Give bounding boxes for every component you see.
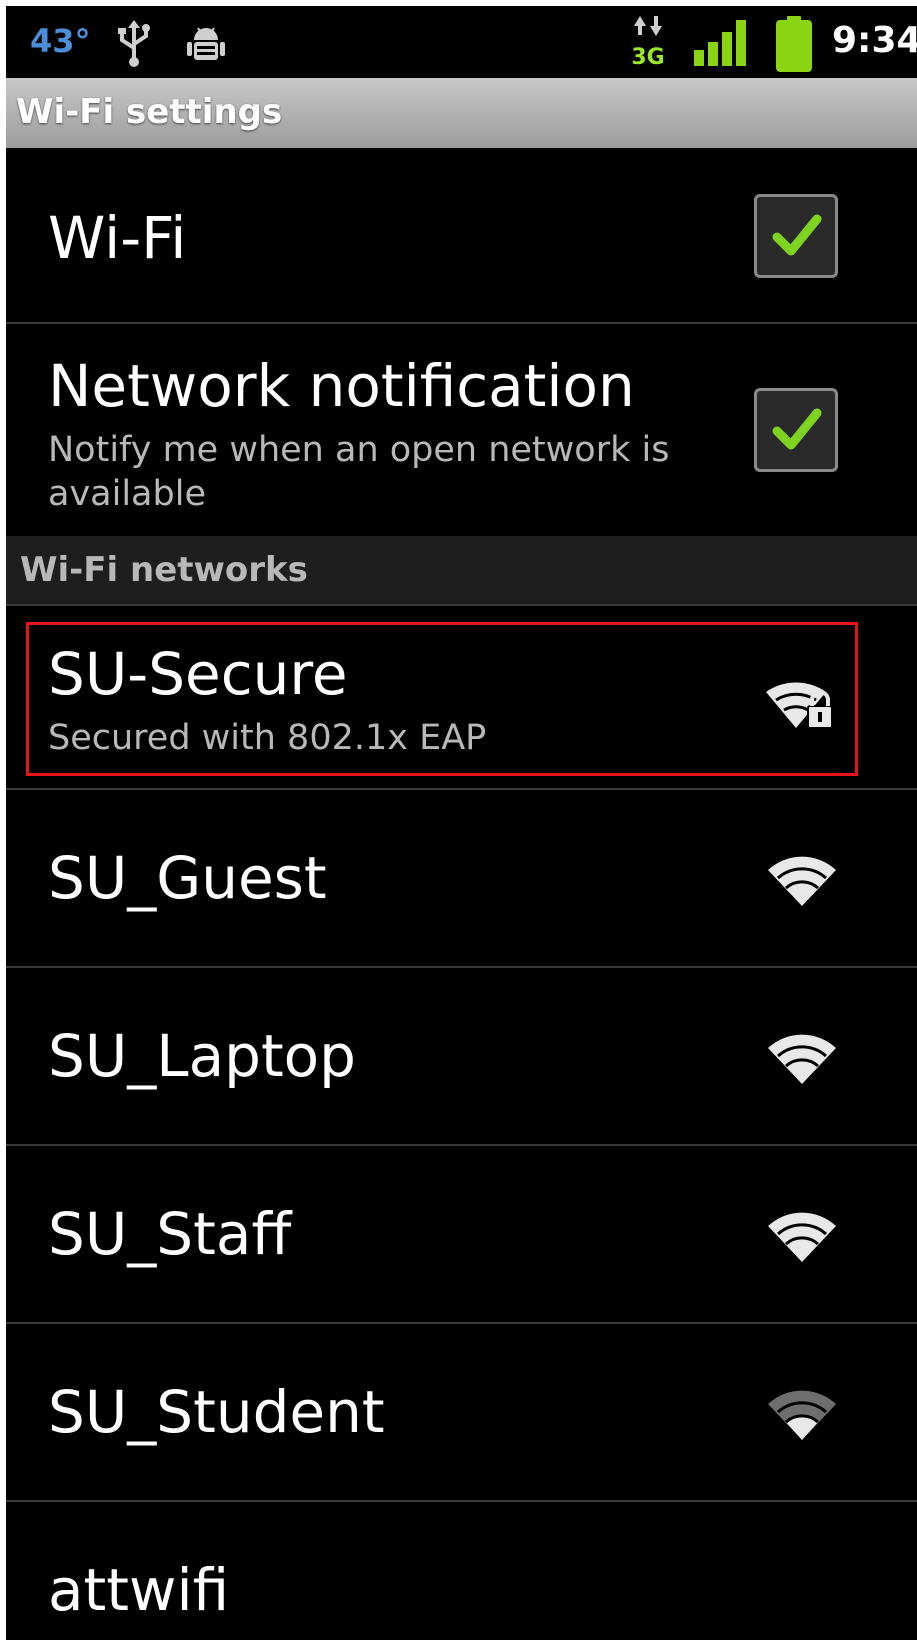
- device-screen: 43° 3G 9:34 Wi-Fi settings Wi-Fi Network…: [6, 6, 917, 1640]
- network-ssid: SU_Laptop: [48, 1022, 356, 1090]
- network-type-label: 3G: [631, 45, 664, 68]
- checkmark-icon: [772, 214, 822, 256]
- network-ssid: SU_Staff: [48, 1200, 292, 1268]
- network-notification-summary: Notify me when an open network is availa…: [48, 430, 670, 514]
- network-notification-checkbox[interactable]: [754, 388, 838, 472]
- wifi-toggle-label: Wi-Fi: [48, 204, 187, 272]
- section-title: Wi-Fi networks: [20, 550, 308, 590]
- temperature-readout: 43°: [30, 22, 91, 60]
- title-bar: Wi-Fi settings: [6, 78, 917, 148]
- network-notification-row[interactable]: Network notification Notify me when an o…: [6, 324, 917, 536]
- wifi-checkbox[interactable]: [754, 194, 838, 278]
- network-item-su-staff[interactable]: SU_Staff: [6, 1146, 917, 1324]
- wifi-icon: [768, 1034, 836, 1084]
- network-ssid: SU_Guest: [48, 844, 327, 912]
- signal-strength-icon: [694, 20, 746, 66]
- clock: 9:34: [832, 20, 917, 61]
- wifi-icon: [768, 1212, 836, 1262]
- data-3g-icon: 3G: [631, 16, 665, 68]
- network-item-su-laptop[interactable]: SU_Laptop: [6, 968, 917, 1146]
- page-title: Wi-Fi settings: [16, 92, 283, 132]
- selection-highlight: [26, 622, 858, 776]
- usb-icon: [118, 20, 150, 67]
- battery-icon: [776, 16, 812, 72]
- wifi-toggle-row[interactable]: Wi-Fi: [6, 148, 917, 324]
- android-debug-icon: [187, 27, 225, 60]
- wifi-icon: [768, 856, 836, 906]
- status-bar: 43° 3G 9:34: [6, 6, 917, 78]
- wifi-networks-header: Wi-Fi networks: [6, 536, 917, 606]
- network-notification-label: Network notification: [48, 352, 635, 420]
- network-item-su-student[interactable]: SU_Student: [6, 1324, 917, 1502]
- wifi-weak-icon: [768, 1390, 836, 1440]
- network-ssid: SU_Student: [48, 1378, 385, 1446]
- checkmark-icon: [772, 408, 822, 450]
- network-item-attwifi[interactable]: attwifi: [6, 1502, 917, 1640]
- network-item-su-guest[interactable]: SU_Guest: [6, 790, 917, 968]
- network-ssid: attwifi: [48, 1556, 230, 1624]
